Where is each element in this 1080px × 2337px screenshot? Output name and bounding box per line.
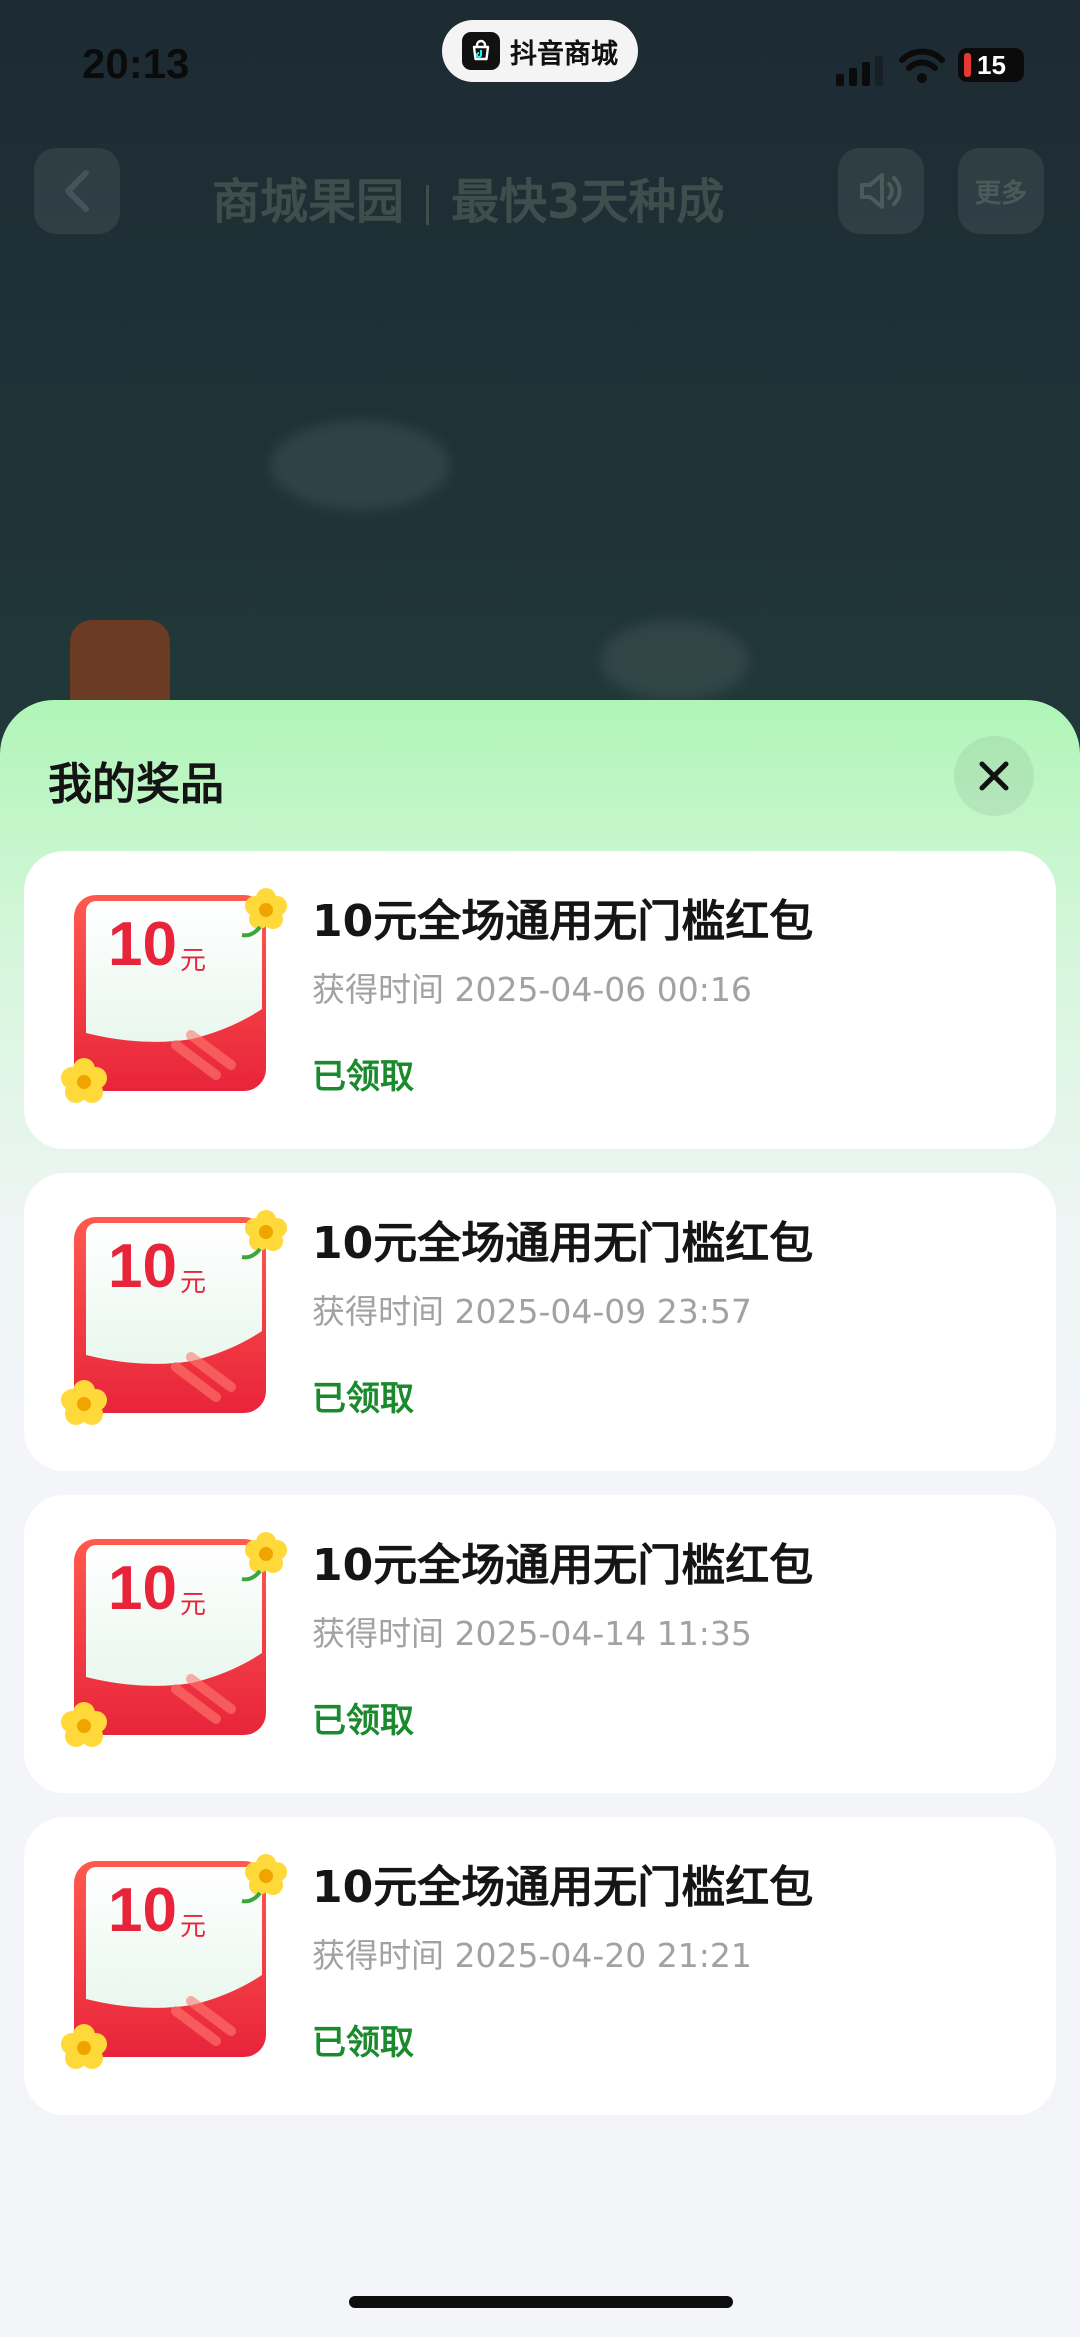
cloud-decoration: [270, 420, 450, 510]
header-bar: 商城果园 最快3天种成 更多: [0, 148, 1080, 238]
back-button[interactable]: [34, 148, 120, 234]
coupon-unit: 元: [180, 1590, 206, 1620]
prizes-sheet: 我的奖品 10 元 10元全场通用无门槛红包 获得时间 2025-04-06 0…: [0, 700, 1080, 2337]
sheet-title: 我的奖品: [48, 759, 224, 810]
prize-obtained-time: 获得时间 2025-04-14 11:35: [312, 1614, 752, 1653]
close-icon: [979, 761, 1009, 791]
coupon-amount: 10: [108, 1876, 177, 1945]
background-app: 20:13 抖音商城 15 商城果园 最快3天种成 更多: [0, 0, 1080, 760]
prize-name: 10元全场通用无门槛红包: [312, 1540, 814, 1591]
status-bar: 20:13 抖音商城 15: [0, 0, 1080, 130]
prize-name: 10元全场通用无门槛红包: [312, 1862, 814, 1913]
prize-status: 已领取: [312, 1057, 414, 1097]
more-button[interactable]: 更多: [958, 148, 1044, 234]
prize-status: 已领取: [312, 1379, 414, 1419]
red-packet-coupon-image: 10 元: [61, 1854, 287, 2069]
coupon-unit: 元: [180, 1268, 206, 1298]
prize-name: 10元全场通用无门槛红包: [312, 896, 814, 947]
home-indicator[interactable]: [349, 2296, 733, 2308]
prize-obtained-time: 获得时间 2025-04-09 23:57: [312, 1292, 752, 1331]
coupon-amount: 10: [108, 1232, 177, 1301]
red-packet-coupon-image: 10 元: [61, 1532, 287, 1747]
prize-obtained-time: 获得时间 2025-04-20 21:21: [312, 1936, 752, 1975]
speaker-icon: [860, 173, 902, 209]
app-indicator-pill[interactable]: 抖音商城: [442, 20, 638, 82]
coupon-amount: 10: [108, 910, 177, 979]
wifi-icon: [899, 48, 945, 83]
battery-level: 15: [977, 49, 1006, 80]
cloud-decoration: [600, 620, 750, 700]
prize-card[interactable]: 10 元 10元全场通用无门槛红包 获得时间 2025-04-14 11:35 …: [24, 1495, 1056, 1793]
prize-status: 已领取: [312, 1701, 414, 1741]
prize-card[interactable]: 10 元 10元全场通用无门槛红包 获得时间 2025-04-20 21:21 …: [24, 1817, 1056, 2115]
close-button[interactable]: [954, 736, 1034, 816]
douyin-mall-logo-icon: [462, 32, 500, 70]
page-title: 商城果园 最快3天种成: [212, 162, 724, 232]
back-arrow-icon: [65, 170, 89, 212]
prize-card[interactable]: 10 元 10元全场通用无门槛红包 获得时间 2025-04-06 00:16 …: [24, 851, 1056, 1149]
signal-icon: [836, 56, 883, 86]
prize-name: 10元全场通用无门槛红包: [312, 1218, 814, 1269]
coupon-unit: 元: [180, 1912, 206, 1942]
coupon-unit: 元: [180, 946, 206, 976]
page-title-main: 商城果园: [212, 174, 405, 230]
red-packet-coupon-image: 10 元: [61, 888, 287, 1103]
prize-list: 10 元 10元全场通用无门槛红包 获得时间 2025-04-06 00:16 …: [24, 851, 1056, 2139]
red-packet-coupon-image: 10 元: [61, 1210, 287, 1425]
sound-button[interactable]: [838, 148, 924, 234]
prize-card[interactable]: 10 元 10元全场通用无门槛红包 获得时间 2025-04-09 23:57 …: [24, 1173, 1056, 1471]
battery-icon: 15: [958, 48, 1024, 82]
status-time: 20:13: [82, 40, 190, 87]
page-subtitle: 最快3天种成: [451, 174, 725, 230]
prize-status: 已领取: [312, 2023, 414, 2063]
app-name: 抖音商城: [510, 38, 618, 70]
more-label: 更多: [974, 178, 1027, 209]
coupon-amount: 10: [108, 1554, 177, 1623]
prize-obtained-time: 获得时间 2025-04-06 00:16: [312, 970, 752, 1009]
